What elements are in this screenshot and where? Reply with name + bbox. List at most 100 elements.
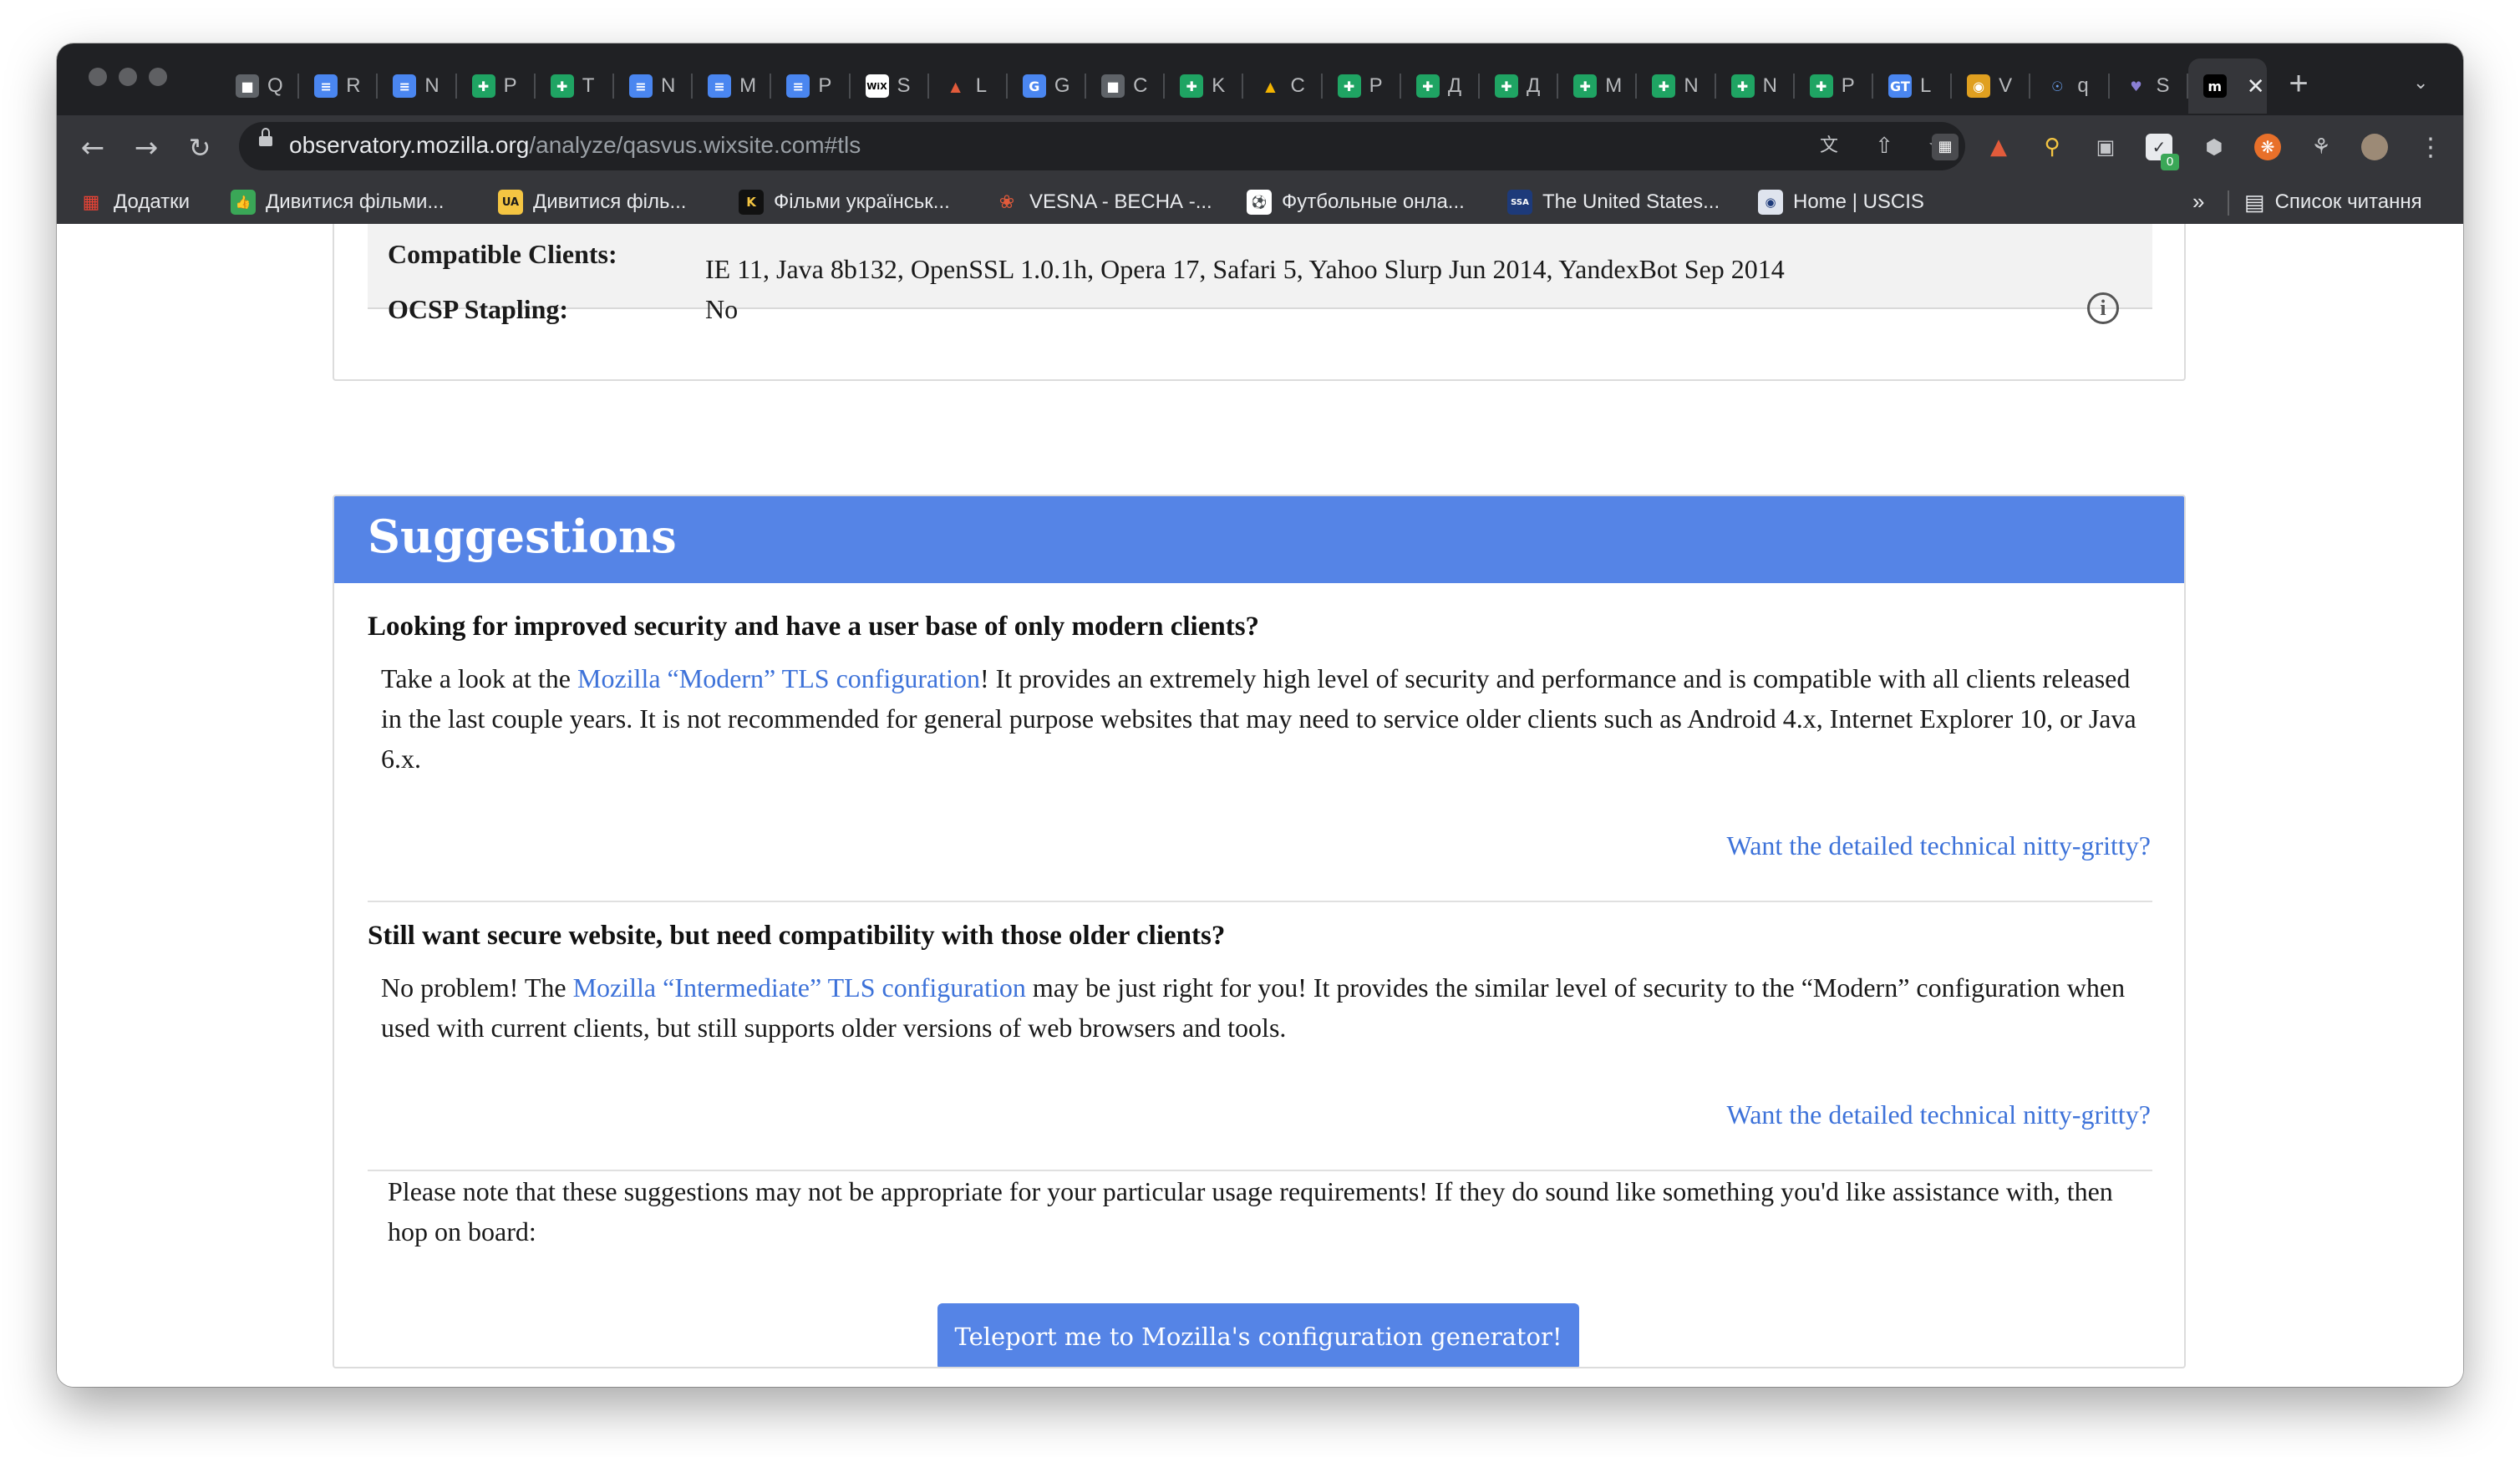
docs-icon: ≡ [628,74,653,98]
extension-grid-icon[interactable]: ▦ [1932,134,1959,160]
sheets-icon: ✚ [1180,74,1204,98]
tab[interactable]: ✚ N [1716,58,1795,114]
reading-list-label: Список читання [2274,190,2422,213]
tab[interactable]: ■ C [1086,58,1166,114]
intermediate-paragraph: No problem! The Mozilla “Intermediate” T… [381,967,2144,1048]
info-icon[interactable]: i [2087,292,2119,324]
tab[interactable]: GT L [1873,58,1953,114]
sheets-icon: ✚ [471,74,495,98]
tab[interactable]: ✚ P [1795,58,1873,114]
config-generator-button[interactable]: Teleport me to Mozilla's configuration g… [937,1303,1579,1367]
zoom-window-button[interactable] [149,68,167,86]
bookmark-item[interactable]: ⚽ Футбольные онла... [1247,189,1465,216]
tab[interactable]: WiX S [851,58,929,114]
bookmark-item[interactable]: ▦ Додатки [79,189,190,216]
tab-title: L [975,74,988,97]
tab-search-icon[interactable]: ⌄ [2413,72,2428,94]
tab[interactable]: ≡ R [299,58,379,114]
intermediate-text-before: No problem! The [381,972,573,1003]
tab[interactable]: GG [1008,58,1087,114]
tab[interactable]: ■ Q [221,58,300,114]
tls-table-card: Compatible Clients: IE 11, Java 8b132, O… [333,224,2186,381]
tab[interactable]: ▲ C [1243,58,1323,114]
intermediate-question: Still want secure website, but need comp… [368,921,1226,951]
compatible-clients-label: Compatible Clients: [388,239,617,269]
back-arrow-icon[interactable]: ← [75,130,110,165]
intermediate-tls-config-link[interactable]: Mozilla “Intermediate” TLS configuration [573,972,1026,1003]
close-tab-icon[interactable]: ✕ [2247,74,2265,99]
bookmark-item[interactable]: 👍 Дивитися фільми... [231,189,444,216]
tab[interactable]: ≡ N [614,58,694,114]
tab[interactable]: ✚ T [536,58,614,114]
reload-icon[interactable]: ↻ [182,130,217,165]
apps-grid-icon: ▦ [82,191,100,213]
bookmark-item[interactable]: ❀ VESNA - ВЕСНА -... [994,189,1212,216]
tab[interactable]: ☉ q [2030,58,2110,114]
sheets-icon: ✚ [1415,74,1440,98]
contact-icon: ■ [1101,74,1125,98]
tab[interactable]: ✚ Д [1401,58,1480,114]
reading-list-button[interactable]: ▤ Список читання [2244,189,2422,216]
docs-icon: ≡ [314,74,338,98]
compatible-clients-value: IE 11, Java 8b132, OpenSSL 1.0.1h, Opera… [705,254,1785,284]
lighthouse-extension-icon[interactable]: ▲ [1985,134,2012,160]
modern-tls-config-link[interactable]: Mozilla “Modern” TLS configuration [577,663,980,693]
magnifier-extension-icon[interactable]: ⚲ [2039,134,2065,160]
contact-icon: ■ [236,74,259,98]
sheets-icon: ✚ [1652,74,1676,98]
hands-icon: ♥ [2130,78,2142,94]
bookmarks-overflow-icon[interactable]: » [2192,189,2204,215]
share-icon[interactable]: ⇧ [1872,134,1897,159]
tab[interactable]: ◉ V [1952,58,2031,114]
tab[interactable]: ✚ P [1323,58,1401,114]
page-viewport[interactable]: Compatible Clients: IE 11, Java 8b132, O… [57,224,2463,1387]
tab-active[interactable]: m ✕ [2187,58,2267,114]
tab[interactable]: ✚ K [1165,58,1244,114]
translate-icon: G [1022,74,1046,98]
forward-arrow-icon[interactable]: → [129,130,164,165]
tab[interactable]: ♥ S [2110,58,2188,114]
tab-title: Д [1527,74,1541,97]
tab[interactable]: ≡ P [771,58,851,114]
lock-icon[interactable] [259,128,272,146]
close-window-button[interactable] [89,68,107,86]
tab[interactable]: ✚ N [1637,58,1716,114]
tab-title: G [1054,74,1070,97]
tab-title: P [1841,74,1855,97]
puzzle-extensions-icon[interactable]: ⚘ [2308,134,2335,160]
modern-question: Looking for improved security and have a… [368,612,1260,642]
tab[interactable]: ✚ P [457,58,536,114]
sheets-icon: ✚ [550,74,574,98]
docs-icon: ≡ [393,74,417,98]
menu-dots-icon[interactable]: ⋮ [2413,130,2448,165]
new-tab-button[interactable]: + [2276,62,2321,107]
tab[interactable]: ≡ M [693,58,772,114]
sheets-icon: ✚ [1730,74,1755,98]
k-icon: K [739,190,764,215]
address-bar[interactable]: observatory.mozilla.org/analyze/qasvus.w… [239,122,1965,170]
tab[interactable]: ✚ M [1558,58,1638,114]
uscis-icon: ◉ [1758,190,1783,215]
bookmark-item[interactable]: ◉ Home | USCIS [1758,189,1924,216]
bookmark-item[interactable]: K Фільми українськ... [739,189,950,216]
tab[interactable]: ≡ N [378,58,457,114]
translate-icon[interactable]: 文 [1816,134,1842,159]
bookmark-item[interactable]: SSA The United States... [1507,189,1720,216]
football-icon: ⚽ [1247,190,1272,215]
cube-extension-icon[interactable]: ⬢ [2201,134,2228,160]
suggestions-title: Suggestions [368,510,677,563]
tab[interactable]: ✚ Д [1480,58,1559,114]
docs-icon: ≡ [708,74,732,98]
ublock-extension-icon[interactable]: ❋ [2254,134,2281,160]
modern-details-link[interactable]: Want the detailed technical nitty-gritty… [1727,830,2151,861]
ssa-icon: SSA [1507,190,1532,215]
minimize-window-button[interactable] [119,68,137,86]
bookmark-label: Дивитися фільми... [266,190,445,213]
window-extension-icon[interactable]: ▣ [2092,134,2119,160]
profile-avatar[interactable] [2361,134,2388,160]
url-text[interactable]: observatory.mozilla.org/analyze/qasvus.w… [289,132,861,159]
intermediate-details-link[interactable]: Want the detailed technical nitty-gritty… [1727,1099,2151,1130]
bookmark-item[interactable]: UA Дивитися філь... [498,189,686,216]
section-divider [368,901,2152,902]
tab[interactable]: ▲ L [929,58,1008,114]
